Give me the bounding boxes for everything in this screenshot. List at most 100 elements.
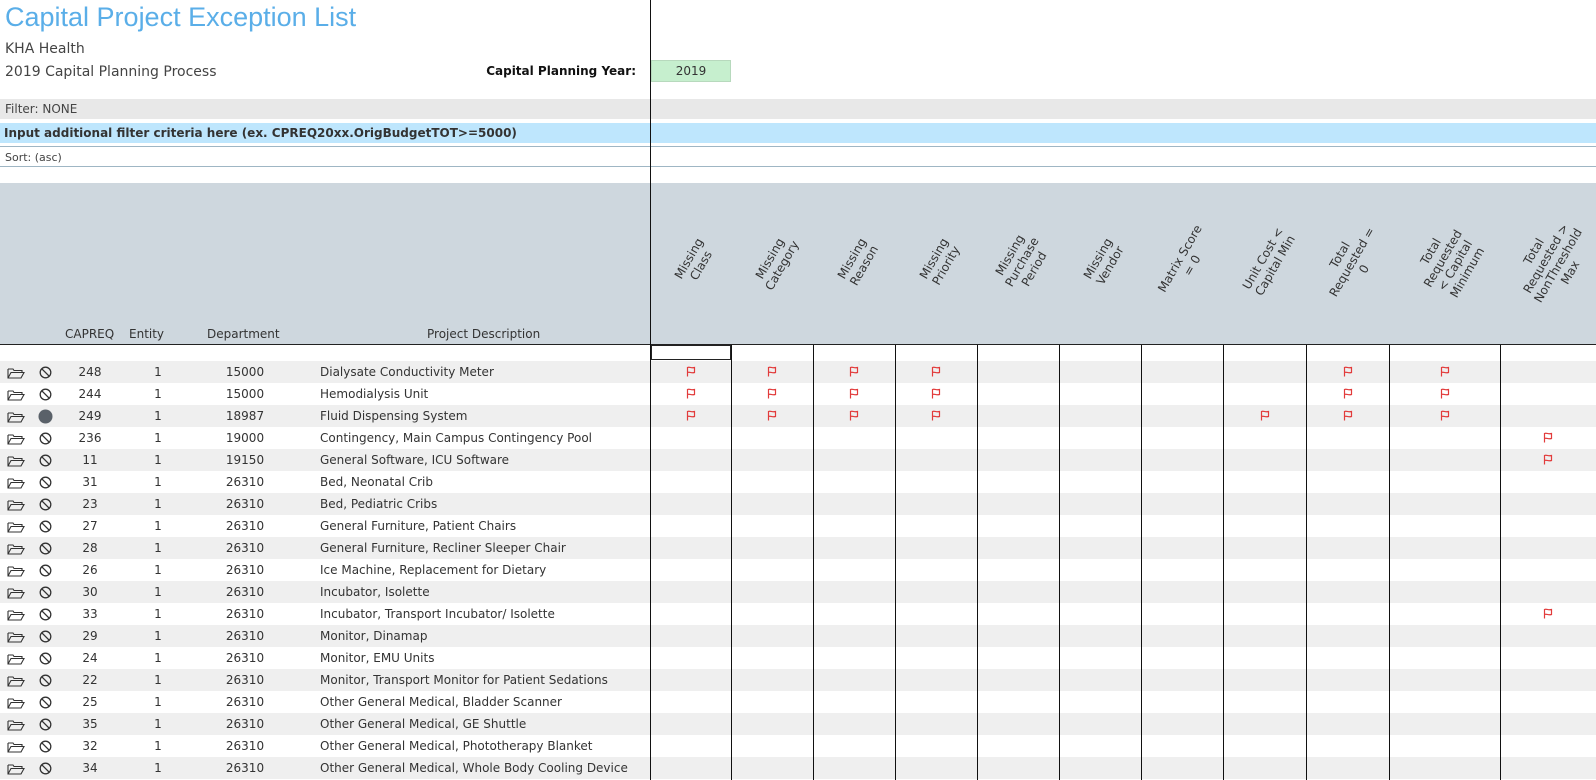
folder-open-icon[interactable] xyxy=(7,499,25,514)
table-row[interactable]: 27 1 26310 General Furniture, Patient Chair… xyxy=(0,515,1596,537)
capital-year-input[interactable]: 2019 xyxy=(651,60,731,82)
prohibited-icon[interactable] xyxy=(39,630,52,646)
table-row[interactable]: 28 1 26310 General Furniture, Recliner Slee… xyxy=(0,537,1596,559)
grid-line xyxy=(650,0,651,780)
table-row[interactable]: 33 1 26310 Incubator, Transport Incubator/ … xyxy=(0,603,1596,625)
capreq-cell: 33 xyxy=(82,607,98,621)
flag-icon xyxy=(767,366,777,377)
project-description-cell: Fluid Dispensing System xyxy=(320,409,468,423)
folder-open-icon[interactable] xyxy=(7,675,25,690)
prohibited-icon[interactable] xyxy=(39,652,52,668)
entity-cell: 1 xyxy=(154,387,162,401)
column-header-project-description[interactable]: Project Description xyxy=(427,327,540,341)
project-description-cell: Incubator, Isolette xyxy=(320,585,430,599)
prohibited-icon[interactable] xyxy=(39,674,52,690)
folder-open-icon[interactable] xyxy=(7,521,25,536)
department-cell: 26310 xyxy=(225,519,265,533)
prohibited-icon[interactable] xyxy=(39,608,52,624)
capreq-cell: 249 xyxy=(78,409,102,423)
prohibited-icon[interactable] xyxy=(39,498,52,514)
table-row[interactable]: 26 1 26310 Ice Machine, Replacement for Die… xyxy=(0,559,1596,581)
department-cell: 26310 xyxy=(225,563,265,577)
table-row[interactable]: 34 1 26310 Other General Medical, Whole Bod… xyxy=(0,757,1596,779)
entity-cell: 1 xyxy=(154,475,162,489)
table-row[interactable]: 249 1 18987 Fluid Dispensing System xyxy=(0,405,1596,427)
prohibited-icon[interactable] xyxy=(39,718,52,734)
prohibited-icon[interactable] xyxy=(39,542,52,558)
table-row[interactable]: 31 1 26310 Bed, Neonatal Crib xyxy=(0,471,1596,493)
department-cell: 26310 xyxy=(225,607,265,621)
filter-criteria-hint[interactable]: Input additional filter criteria here (e… xyxy=(4,126,517,140)
table-row[interactable]: 30 1 26310 Incubator, Isolette xyxy=(0,581,1596,603)
folder-open-icon[interactable] xyxy=(7,433,25,448)
department-cell: 26310 xyxy=(225,541,265,555)
table-row[interactable]: 248 1 15000 Dialysate Conductivity Meter xyxy=(0,361,1596,383)
folder-open-icon[interactable] xyxy=(7,367,25,382)
table-row[interactable]: 25 1 26310 Other General Medical, Bladder S… xyxy=(0,691,1596,713)
table-row[interactable]: 35 1 26310 Other General Medical, GE Shuttl… xyxy=(0,713,1596,735)
project-description-cell: Hemodialysis Unit xyxy=(320,387,429,401)
folder-open-icon[interactable] xyxy=(7,565,25,580)
column-header-department[interactable]: Department xyxy=(207,327,280,341)
sort-label: Sort: (asc) xyxy=(5,151,62,164)
capreq-cell: 30 xyxy=(82,585,98,599)
prohibited-icon[interactable] xyxy=(39,366,52,382)
divider xyxy=(0,146,1596,147)
folder-open-icon[interactable] xyxy=(7,697,25,712)
department-cell: 26310 xyxy=(225,585,265,599)
table-row[interactable]: 11 1 19150 General Software, ICU Software xyxy=(0,449,1596,471)
prohibited-icon[interactable] xyxy=(39,476,52,492)
prohibited-icon[interactable] xyxy=(39,432,52,448)
filter-label: Filter: NONE xyxy=(5,102,78,116)
table-row[interactable]: 24 1 26310 Monitor, EMU Units xyxy=(0,647,1596,669)
folder-open-icon[interactable] xyxy=(7,631,25,646)
capreq-cell: 248 xyxy=(78,365,102,379)
table-row[interactable]: 29 1 26310 Monitor, Dinamap xyxy=(0,625,1596,647)
capreq-cell: 32 xyxy=(82,739,98,753)
capreq-cell: 25 xyxy=(82,695,98,709)
project-description-cell: Monitor, Transport Monitor for Patient S… xyxy=(320,673,608,687)
table-row[interactable]: 22 1 26310 Monitor, Transport Monitor for P… xyxy=(0,669,1596,691)
folder-open-icon[interactable] xyxy=(7,609,25,624)
project-description-cell: Dialysate Conductivity Meter xyxy=(320,365,494,379)
flag-icon xyxy=(849,410,859,421)
folder-open-icon[interactable] xyxy=(7,543,25,558)
entity-cell: 1 xyxy=(154,651,162,665)
capreq-cell: 27 xyxy=(82,519,98,533)
column-header-entity[interactable]: Entity xyxy=(129,327,164,341)
column-header-capreq[interactable]: CAPREQ xyxy=(65,327,114,341)
prohibited-icon[interactable] xyxy=(39,454,52,470)
project-description-cell: Bed, Pediatric Cribs xyxy=(320,497,438,511)
prohibited-icon[interactable] xyxy=(39,520,52,536)
flag-icon xyxy=(931,388,941,399)
flag-icon xyxy=(931,410,941,421)
prohibited-icon[interactable] xyxy=(39,586,52,602)
table-row[interactable]: 32 1 26310 Other General Medical, Photother… xyxy=(0,735,1596,757)
folder-open-icon[interactable] xyxy=(7,653,25,668)
table-row[interactable]: 236 1 19000 Contingency, Main Campus Contin… xyxy=(0,427,1596,449)
prohibited-icon[interactable] xyxy=(39,564,52,580)
prohibited-icon[interactable] xyxy=(39,740,52,756)
prohibited-icon[interactable] xyxy=(39,388,52,404)
prohibited-icon[interactable] xyxy=(39,762,52,778)
folder-open-icon[interactable] xyxy=(7,719,25,734)
folder-open-icon[interactable] xyxy=(7,477,25,492)
folder-open-icon[interactable] xyxy=(7,587,25,602)
entity-cell: 1 xyxy=(154,739,162,753)
folder-open-icon[interactable] xyxy=(7,763,25,778)
selected-cell[interactable] xyxy=(651,345,731,360)
folder-open-icon[interactable] xyxy=(7,455,25,470)
folder-open-icon[interactable] xyxy=(7,411,25,426)
grid-line xyxy=(813,345,814,780)
flag-icon xyxy=(686,410,696,421)
flag-icon xyxy=(686,366,696,377)
folder-open-icon[interactable] xyxy=(7,389,25,404)
capreq-cell: 24 xyxy=(82,651,98,665)
table-row[interactable]: 244 1 15000 Hemodialysis Unit xyxy=(0,383,1596,405)
folder-open-icon[interactable] xyxy=(7,741,25,756)
department-cell: 26310 xyxy=(225,717,265,731)
filled-circle-icon[interactable] xyxy=(38,409,53,427)
prohibited-icon[interactable] xyxy=(39,696,52,712)
table-row[interactable]: 23 1 26310 Bed, Pediatric Cribs xyxy=(0,493,1596,515)
department-cell: 18987 xyxy=(225,409,265,423)
